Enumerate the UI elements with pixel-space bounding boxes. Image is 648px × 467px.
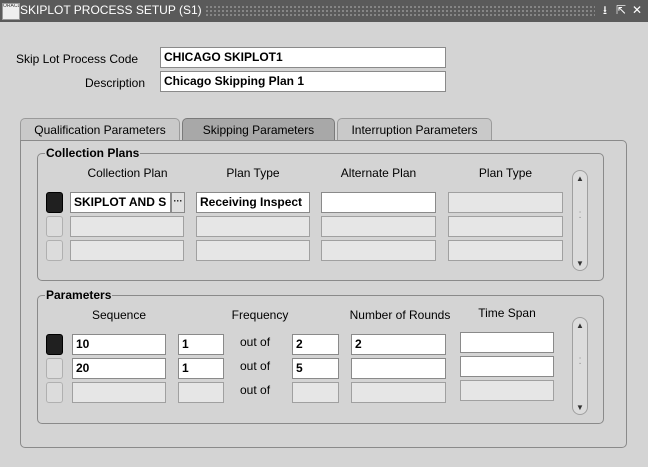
- column-header-plan-type: Plan Type: [226, 166, 280, 180]
- collection-plans-scrollbar[interactable]: ▲ ⁚ ▼: [572, 170, 588, 271]
- collection-plan-field[interactable]: [70, 240, 184, 261]
- alternate-plan-type-field[interactable]: [448, 240, 563, 261]
- sequence-field[interactable]: 10: [72, 334, 166, 355]
- time-span-field[interactable]: [460, 356, 554, 377]
- collection-plan-field[interactable]: [70, 216, 184, 237]
- frequency-total-field[interactable]: 5: [292, 358, 339, 379]
- scroll-up-icon[interactable]: ▲: [573, 174, 587, 184]
- sequence-field[interactable]: 20: [72, 358, 166, 379]
- number-of-rounds-field[interactable]: 2: [351, 334, 446, 355]
- scroll-down-icon[interactable]: ▼: [573, 259, 587, 269]
- parameters-title: Parameters: [45, 288, 113, 302]
- out-of-label: out of: [240, 383, 271, 397]
- description-field[interactable]: Chicago Skipping Plan 1: [160, 71, 446, 92]
- frequency-total-field[interactable]: [292, 382, 339, 403]
- sequence-field[interactable]: [72, 382, 166, 403]
- skip-lot-process-code-field[interactable]: CHICAGO SKIPLOT1: [160, 47, 446, 68]
- alternate-plan-type-field[interactable]: [448, 216, 563, 237]
- window-title: SKIPLOT PROCESS SETUP (S1): [20, 3, 202, 17]
- scroll-up-icon[interactable]: ▲: [573, 321, 587, 331]
- frequency-field[interactable]: [178, 382, 224, 403]
- column-header-time-span: Time Span: [478, 306, 536, 320]
- column-header-alternate-plan-type: Plan Type: [478, 166, 533, 180]
- record-selector[interactable]: [46, 216, 63, 237]
- out-of-label: out of: [240, 335, 271, 349]
- record-selector[interactable]: [46, 192, 63, 213]
- close-icon[interactable]: ✕: [630, 3, 644, 18]
- oracle-icon: ORACLE: [2, 3, 20, 20]
- plan-type-field[interactable]: Receiving Inspect: [196, 192, 310, 213]
- number-of-rounds-field[interactable]: [351, 358, 446, 379]
- collection-plans-title: Collection Plans: [45, 146, 141, 160]
- scroll-grip-icon[interactable]: ⁚: [576, 357, 584, 366]
- out-of-label: out of: [240, 359, 271, 373]
- record-selector[interactable]: [46, 334, 63, 355]
- time-span-field[interactable]: [460, 380, 554, 401]
- parameters-scrollbar[interactable]: ▲ ⁚ ▼: [572, 317, 588, 415]
- alternate-plan-field[interactable]: [321, 240, 436, 261]
- frequency-field[interactable]: 1: [178, 358, 224, 379]
- collection-plan-field[interactable]: SKIPLOT AND S: [70, 192, 171, 213]
- frequency-total-field[interactable]: 2: [292, 334, 339, 355]
- alternate-plan-type-field[interactable]: [448, 192, 563, 213]
- record-selector[interactable]: [46, 240, 63, 261]
- column-header-sequence: Sequence: [91, 308, 147, 322]
- skip-lot-process-code-label: Skip Lot Process Code: [16, 52, 139, 66]
- scroll-grip-icon[interactable]: ⁚: [576, 211, 584, 220]
- maximize-icon[interactable]: ⇱: [614, 3, 628, 18]
- plan-type-field[interactable]: [196, 216, 310, 237]
- description-label: Description: [85, 76, 146, 90]
- number-of-rounds-field[interactable]: [351, 382, 446, 403]
- column-header-collection-plan: Collection Plan: [87, 166, 168, 180]
- tab-skipping-parameters[interactable]: Skipping Parameters: [182, 118, 335, 140]
- frequency-field[interactable]: 1: [178, 334, 224, 355]
- tab-qualification-parameters[interactable]: Qualification Parameters: [20, 118, 180, 140]
- minimize-icon[interactable]: ⭳: [598, 3, 612, 18]
- alternate-plan-field[interactable]: [321, 216, 436, 237]
- column-header-alternate-plan: Alternate Plan: [340, 166, 417, 180]
- column-header-frequency: Frequency: [231, 308, 289, 322]
- list-of-values-button[interactable]: ···: [171, 192, 185, 213]
- title-bar-pattern: [205, 5, 595, 17]
- record-selector[interactable]: [46, 382, 63, 403]
- column-header-number-of-rounds: Number of Rounds: [349, 308, 451, 322]
- scroll-down-icon[interactable]: ▼: [573, 403, 587, 413]
- time-span-field[interactable]: [460, 332, 554, 353]
- record-selector[interactable]: [46, 358, 63, 379]
- alternate-plan-field[interactable]: [321, 192, 436, 213]
- tab-interruption-parameters[interactable]: Interruption Parameters: [337, 118, 492, 140]
- plan-type-field[interactable]: [196, 240, 310, 261]
